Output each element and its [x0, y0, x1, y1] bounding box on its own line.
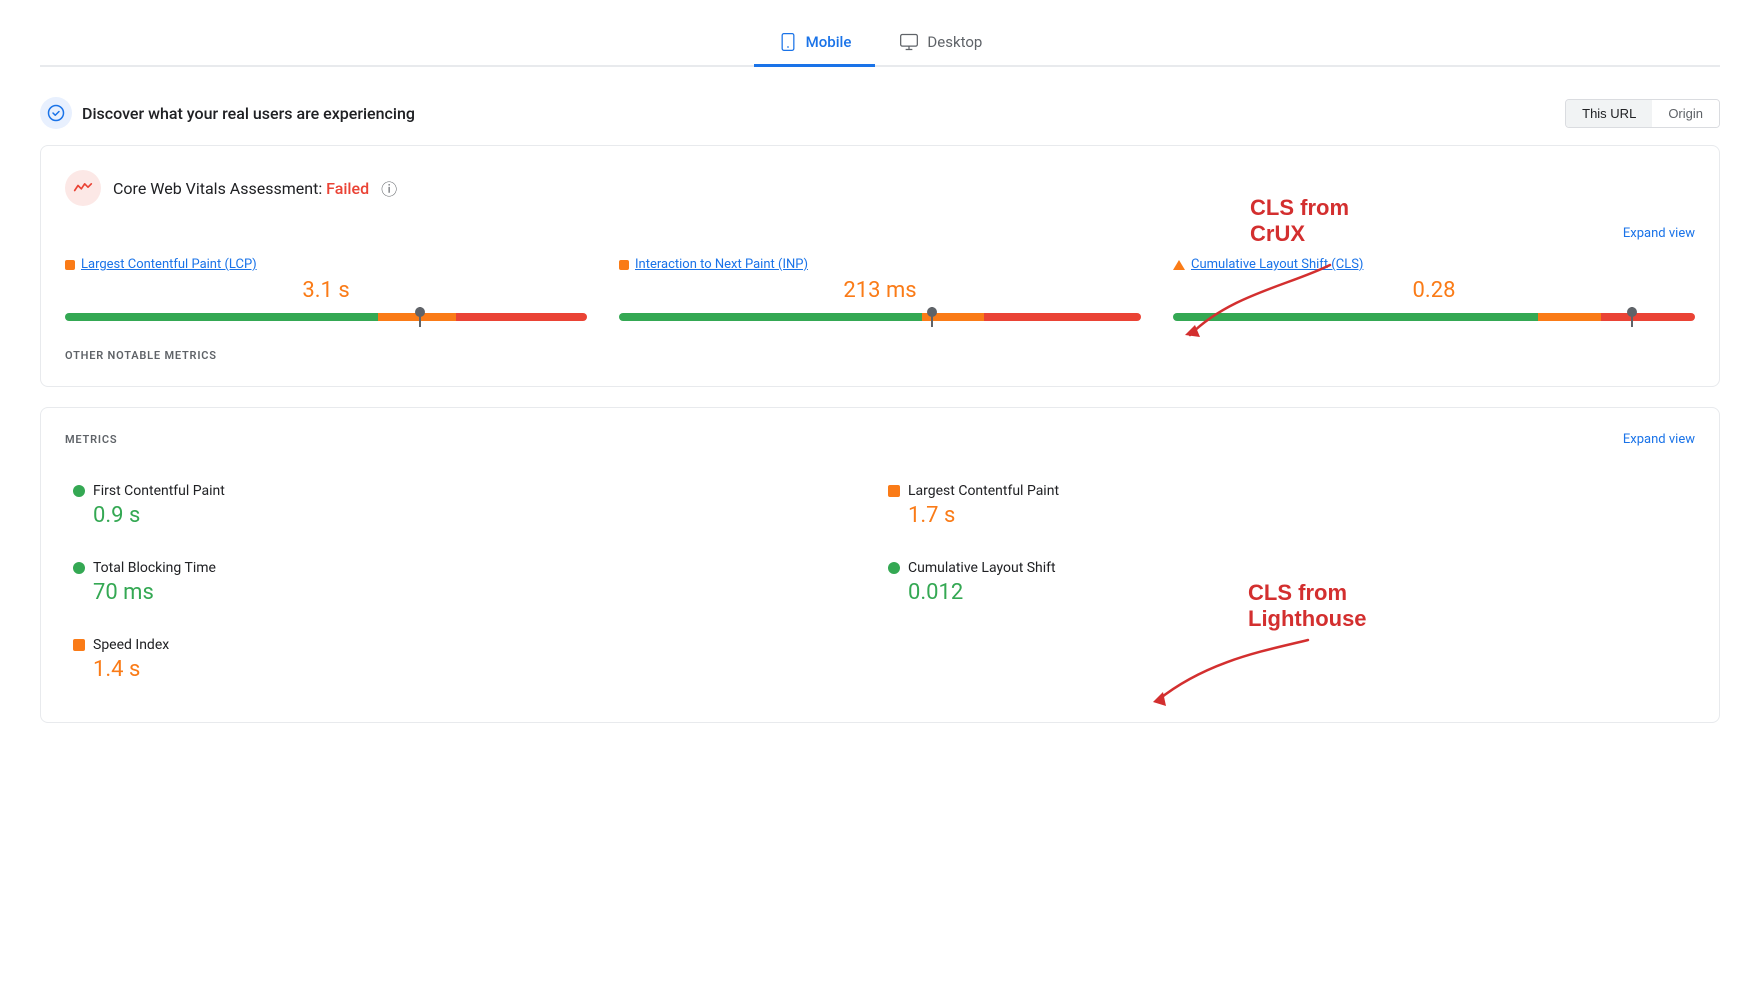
this-url-button[interactable]: This URL [1566, 100, 1652, 127]
metric-cls-value: 0.28 [1173, 278, 1695, 303]
cwv-status: Failed [326, 179, 369, 198]
lcp-bar-red [456, 313, 587, 321]
metric-row-tbt: Total Blocking Time 70 ms [65, 544, 880, 621]
cwv-header: Core Web Vitals Assessment: Failed ⓘ [65, 170, 1695, 206]
cls-bar-orange [1538, 313, 1601, 321]
cls-bar [1173, 313, 1695, 321]
metrics-col-left: First Contentful Paint 0.9 s Total Block… [65, 467, 880, 698]
metric-row-lcp2: Largest Contentful Paint 1.7 s [880, 467, 1695, 544]
inp-bar-green [619, 313, 922, 321]
section-title-row: Discover what your real users are experi… [40, 97, 415, 129]
cwv-expand-link[interactable]: Expand view [1623, 226, 1695, 241]
metrics-two-col: First Contentful Paint 0.9 s Total Block… [65, 467, 1695, 698]
metrics-expand-link[interactable]: Expand view [1623, 432, 1695, 447]
metric-row-fcp: First Contentful Paint 0.9 s [65, 467, 880, 544]
lcp-bar-green [65, 313, 378, 321]
metrics-header-row: METRICS Expand view [65, 432, 1695, 447]
metrics-card: METRICS Expand view First Contentful Pai… [40, 407, 1720, 723]
lcp2-dot [888, 485, 900, 497]
metric-lcp-value: 3.1 s [65, 278, 587, 303]
cls2-value: 0.012 [888, 580, 1687, 605]
fcp-dot [73, 485, 85, 497]
url-origin-toggle[interactable]: This URL Origin [1565, 99, 1720, 128]
inp-marker [931, 307, 933, 327]
lcp2-label-row: Largest Contentful Paint [888, 483, 1687, 499]
tbt-dot [73, 562, 85, 574]
si-label-row: Speed Index [73, 637, 872, 653]
metric-inp-value: 213 ms [619, 278, 1141, 303]
tbt-value: 70 ms [73, 580, 872, 605]
si-value: 1.4 s [73, 657, 872, 682]
section-icon [40, 97, 72, 129]
metric-cls: Cumulative Layout Shift (CLS) 0.28 [1173, 257, 1695, 321]
si-dot [73, 639, 85, 651]
core-web-vitals-card: Core Web Vitals Assessment: Failed ⓘ Exp… [40, 145, 1720, 387]
cwv-icon [65, 170, 101, 206]
cwv-metrics-grid: Largest Contentful Paint (LCP) 3.1 s Int… [65, 257, 1695, 321]
metric-row-cls2: Cumulative Layout Shift 0.012 [880, 544, 1695, 621]
cls-bar-green [1173, 313, 1538, 321]
metric-lcp: Largest Contentful Paint (LCP) 3.1 s [65, 257, 587, 321]
cls-marker [1631, 307, 1633, 327]
cls2-dot [888, 562, 900, 574]
metrics-label: METRICS [65, 433, 117, 446]
metric-inp-label[interactable]: Interaction to Next Paint (INP) [619, 257, 1141, 272]
fcp-label-row: First Contentful Paint [73, 483, 872, 499]
other-metrics-label: OTHER NOTABLE METRICS [65, 349, 1695, 362]
inp-bar [619, 313, 1141, 321]
section-header: Discover what your real users are experi… [40, 97, 1720, 129]
tbt-label-row: Total Blocking Time [73, 560, 872, 576]
inp-bar-red [984, 313, 1141, 321]
metric-cls-label[interactable]: Cumulative Layout Shift (CLS) [1173, 257, 1695, 272]
origin-button[interactable]: Origin [1652, 100, 1719, 127]
inp-icon [619, 260, 629, 270]
fcp-value: 0.9 s [73, 503, 872, 528]
tab-desktop[interactable]: Desktop [875, 20, 1006, 67]
cwv-title: Core Web Vitals Assessment: Failed [113, 179, 369, 198]
metrics-col-right: Largest Contentful Paint 1.7 s Cumulativ… [880, 467, 1695, 698]
section-title: Discover what your real users are experi… [82, 104, 415, 123]
lcp-marker [419, 307, 421, 327]
cls2-label-row: Cumulative Layout Shift [888, 560, 1687, 576]
tab-mobile[interactable]: Mobile [754, 20, 876, 67]
lcp-icon [65, 260, 75, 270]
mobile-icon [778, 32, 798, 52]
metric-inp: Interaction to Next Paint (INP) 213 ms [619, 257, 1141, 321]
metric-lcp-label[interactable]: Largest Contentful Paint (LCP) [65, 257, 587, 272]
lcp-bar [65, 313, 587, 321]
desktop-icon [899, 32, 919, 52]
tabs-bar: Mobile Desktop [40, 20, 1720, 67]
metric-row-si: Speed Index 1.4 s [65, 621, 880, 698]
cwv-expand-row: Expand view [65, 226, 1695, 241]
cls-icon [1173, 260, 1185, 270]
cls-bar-red [1601, 313, 1695, 321]
info-icon[interactable]: ⓘ [381, 176, 397, 200]
lcp2-value: 1.7 s [888, 503, 1687, 528]
